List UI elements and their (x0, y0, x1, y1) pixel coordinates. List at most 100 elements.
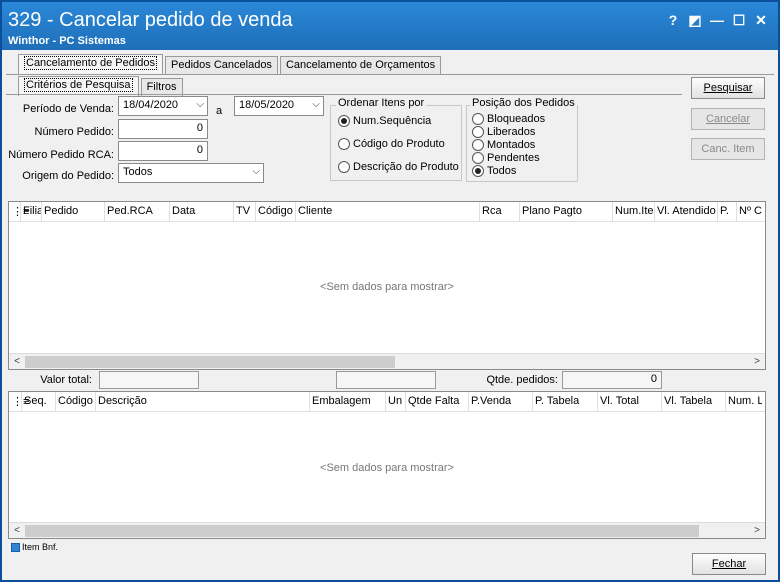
maximize-icon[interactable]: ☐ (728, 10, 750, 30)
itens-grid[interactable]: ⋮≡Seq.CódigoDescriçãoEmbalagemUnQtde Fal… (8, 391, 766, 539)
column-divider[interactable] (612, 202, 613, 222)
column-header[interactable]: P. (720, 205, 736, 217)
column-divider[interactable] (20, 202, 21, 222)
column-header[interactable]: Vl. Total (600, 395, 661, 407)
radio-unchecked-icon[interactable] (338, 138, 350, 150)
column-divider[interactable] (661, 392, 662, 412)
chevron-down-icon[interactable]: ⌵ (252, 166, 260, 177)
origem-select[interactable]: Todos ⌵ (118, 163, 264, 183)
itens-hscrollbar[interactable]: < > (9, 522, 765, 538)
column-divider[interactable] (654, 202, 655, 222)
column-divider[interactable] (255, 202, 256, 222)
tab-main-0[interactable]: Cancelamento de Pedidos (18, 54, 164, 74)
radio-option[interactable]: Bloqueados (472, 113, 545, 125)
column-divider[interactable] (405, 392, 406, 412)
column-header[interactable]: Código (258, 205, 295, 217)
radio-option[interactable]: Código do Produto (338, 138, 445, 150)
scroll-thumb[interactable] (25, 356, 395, 368)
periodo-label: Período de Venda: (22, 103, 114, 115)
canc-item-button[interactable]: Canc. Item (691, 138, 765, 160)
radio-option[interactable]: Montados (472, 139, 535, 151)
column-divider[interactable] (479, 202, 480, 222)
column-divider[interactable] (21, 392, 22, 412)
column-divider[interactable] (95, 392, 96, 412)
column-header[interactable]: Nº Ca (739, 205, 762, 217)
column-header[interactable]: TV (236, 205, 255, 217)
column-divider[interactable] (295, 202, 296, 222)
column-divider[interactable] (233, 202, 234, 222)
column-header[interactable]: Num.Itens (615, 205, 654, 217)
pedidos-grid[interactable]: ⋮≡FiliaPedidoPed.RCADataTVCódigoClienteR… (8, 201, 766, 370)
column-header[interactable]: P.Venda (471, 395, 532, 407)
restore-icon[interactable]: ◩ (684, 10, 706, 30)
column-header[interactable]: Un (388, 395, 405, 407)
column-header[interactable]: Data (172, 205, 233, 217)
column-divider[interactable] (385, 392, 386, 412)
tab-main-2[interactable]: Cancelamento de Orçamentos (279, 56, 442, 74)
column-divider[interactable] (309, 392, 310, 412)
radio-unchecked-icon[interactable] (472, 126, 484, 138)
radio-unchecked-icon[interactable] (338, 161, 350, 173)
column-header[interactable]: Filia (23, 205, 41, 217)
radio-option[interactable]: Descrição do Produto (338, 161, 459, 173)
chevron-down-icon[interactable]: ⌵ (196, 99, 204, 110)
column-header[interactable]: P. Tabela (535, 395, 597, 407)
column-header[interactable]: Vl. Atendido (657, 205, 717, 217)
radio-unchecked-icon[interactable] (472, 139, 484, 151)
pedidos-grid-header: ⋮≡FiliaPedidoPed.RCADataTVCódigoClienteR… (9, 202, 765, 222)
radio-option[interactable]: Liberados (472, 126, 535, 138)
qtde-pedidos-label: Qtde. pedidos: (486, 374, 558, 386)
radio-option[interactable]: Pendentes (472, 152, 540, 164)
column-divider[interactable] (104, 202, 105, 222)
column-header[interactable]: Qtde Falta (408, 395, 468, 407)
fechar-button[interactable]: Fechar (692, 553, 766, 575)
date-to-picker[interactable]: 18/05/2020 ⌵ (234, 96, 324, 116)
numero-pedido-input[interactable]: 0 (118, 119, 208, 139)
cancelar-button[interactable]: Cancelar (691, 108, 765, 130)
column-header[interactable]: Cliente (298, 205, 479, 217)
column-divider[interactable] (468, 392, 469, 412)
help-icon[interactable]: ? (662, 10, 684, 30)
column-header[interactable]: Embalagem (312, 395, 385, 407)
radio-unchecked-icon[interactable] (472, 113, 484, 125)
scroll-thumb[interactable] (25, 525, 699, 537)
radio-unchecked-icon[interactable] (472, 152, 484, 164)
column-divider[interactable] (41, 202, 42, 222)
chevron-down-icon[interactable]: ⌵ (312, 99, 320, 110)
radio-checked-icon[interactable] (472, 165, 484, 177)
radio-option[interactable]: Todos (472, 165, 516, 177)
tab-sub-0[interactable]: Critérios de Pesquisa (18, 76, 139, 96)
item-bnf-label: Item Bnf. (22, 542, 59, 552)
column-divider[interactable] (736, 202, 737, 222)
scroll-left-icon[interactable]: < (9, 354, 25, 370)
column-header[interactable]: Ped.RCA (107, 205, 169, 217)
minimize-icon[interactable]: — (706, 10, 728, 30)
column-divider[interactable] (169, 202, 170, 222)
close-icon[interactable]: ✕ (750, 10, 772, 30)
column-header[interactable]: Pedido (44, 205, 104, 217)
column-divider[interactable] (717, 202, 718, 222)
scroll-right-icon[interactable]: > (749, 354, 765, 370)
scroll-left-icon[interactable]: < (9, 523, 25, 539)
scroll-right-icon[interactable]: > (749, 523, 765, 539)
column-header[interactable]: Num. Lo (728, 395, 762, 407)
radio-option[interactable]: Num.Sequência (338, 115, 431, 127)
column-header[interactable]: Descrição (98, 395, 309, 407)
column-divider[interactable] (519, 202, 520, 222)
column-divider[interactable] (597, 392, 598, 412)
column-header[interactable]: Rca (482, 205, 519, 217)
date-from-picker[interactable]: 18/04/2020 ⌵ (118, 96, 208, 116)
column-header[interactable]: Vl. Tabela (664, 395, 725, 407)
tab-main-1[interactable]: Pedidos Cancelados (165, 56, 278, 74)
pedidos-hscrollbar[interactable]: < > (9, 353, 765, 369)
column-divider[interactable] (532, 392, 533, 412)
numero-rca-input[interactable]: 0 (118, 141, 208, 161)
radio-label: Todos (487, 165, 517, 177)
column-header[interactable]: Seq. (24, 395, 55, 407)
radio-checked-icon[interactable] (338, 115, 350, 127)
column-header[interactable]: Código (58, 395, 95, 407)
pesquisar-button[interactable]: Pesquisar (691, 77, 765, 99)
column-header[interactable]: Plano Pagto (522, 205, 612, 217)
column-divider[interactable] (725, 392, 726, 412)
column-divider[interactable] (55, 392, 56, 412)
